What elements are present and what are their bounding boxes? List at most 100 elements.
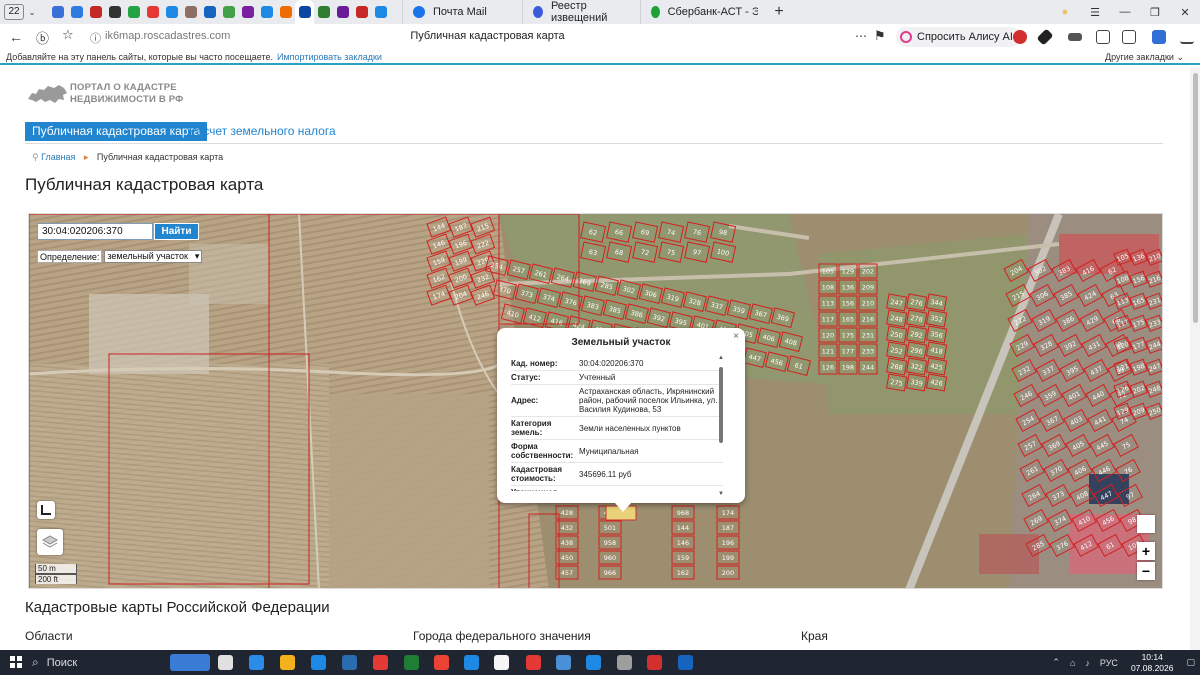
parcel[interactable]: 322	[1161, 402, 1163, 420]
downloads-icon[interactable]	[1152, 30, 1166, 44]
network-icon[interactable]: ⌂	[1070, 658, 1075, 668]
app-window-icon[interactable]	[678, 655, 693, 670]
tab-mail[interactable]: Почта Mail	[402, 0, 522, 24]
basemap-toggle[interactable]	[1137, 515, 1155, 533]
minimize-icon[interactable]: —	[1110, 6, 1140, 18]
alice-orb-icon[interactable]: ●	[1050, 6, 1080, 18]
ask-alice-button[interactable]: Спросить Алису AI	[896, 27, 1021, 47]
scrollbar-thumb[interactable]	[1193, 73, 1198, 323]
pinned-tab[interactable]	[219, 0, 238, 24]
parcel[interactable]: 268	[1161, 270, 1163, 288]
zoom-out-button[interactable]: −	[1137, 562, 1155, 580]
zoom-in-button[interactable]: +	[1137, 542, 1155, 560]
pinned-tab[interactable]	[48, 0, 67, 24]
volume-icon[interactable]: ♪	[1085, 658, 1090, 668]
windows-start-icon[interactable]	[10, 656, 22, 668]
parcel[interactable]: 275	[1161, 292, 1163, 310]
cadastral-map[interactable]: 144 146 159 162 174 187 196 199 200 204 215 222 229 2…	[28, 213, 1163, 589]
parcel-number: 177	[842, 348, 854, 356]
tabs-dropdown-icon[interactable]: ⌄	[24, 7, 40, 18]
pinned-tab[interactable]	[181, 0, 200, 24]
mail-app-icon[interactable]	[342, 655, 357, 670]
site-favicon-icon	[317, 6, 330, 18]
pinned-tab[interactable]	[352, 0, 371, 24]
fullscreen-button[interactable]	[37, 501, 55, 519]
parcel[interactable]: 296	[1161, 380, 1163, 398]
popup-key: Форма собственности:	[511, 442, 574, 460]
hat-extension-icon[interactable]	[1068, 33, 1082, 41]
store-icon[interactable]	[311, 655, 326, 670]
breadcrumb-home[interactable]: Главная	[41, 152, 75, 162]
remote-desktop-icon[interactable]	[586, 655, 601, 670]
more-icon[interactable]: ⋯	[855, 29, 867, 43]
nav-tab-land-tax[interactable]: Расчет земельного налога	[189, 124, 336, 138]
download-arrow-icon[interactable]	[1180, 30, 1194, 44]
popup-scroll-down-icon[interactable]: ▼	[718, 491, 724, 497]
pinned-tab[interactable]	[238, 0, 257, 24]
ie-icon[interactable]	[464, 655, 479, 670]
popup-scroll-up-icon[interactable]: ▲	[718, 355, 724, 361]
close-window-icon[interactable]: ✕	[1170, 6, 1200, 19]
definition-select[interactable]: земельный участок	[104, 250, 203, 263]
import-bookmarks-link[interactable]: Импортировать закладки	[277, 52, 382, 62]
pinned-tab[interactable]	[67, 0, 86, 24]
file-explorer-icon[interactable]	[280, 655, 295, 670]
popup-key: Уточненная площадь:	[511, 486, 579, 491]
pinned-tab[interactable]	[295, 0, 314, 24]
tool-icon[interactable]	[617, 655, 632, 670]
tab-registry[interactable]: Реестр извещений	[522, 0, 640, 24]
yandex-music-icon[interactable]	[494, 655, 509, 670]
pinned-tab[interactable]	[371, 0, 390, 24]
site-logo[interactable]: ПОРТАЛ О КАДАСТРЕ НЕДВИЖИМОСТИ В РФ	[26, 81, 184, 107]
opera-icon[interactable]	[526, 655, 541, 670]
other-bookmarks[interactable]: Другие закладки ⌄	[1105, 52, 1184, 63]
parcel-number: 202	[862, 268, 874, 276]
cadastral-search-input[interactable]: 30:04:020206:370	[37, 223, 153, 240]
parcel[interactable]: 292	[1161, 358, 1163, 376]
yandex-browser-icon[interactable]	[647, 655, 662, 670]
tray-overflow-icon[interactable]: ⌃	[1052, 657, 1060, 668]
collections-icon[interactable]	[1122, 30, 1136, 44]
adblock-icon[interactable]	[1013, 30, 1027, 44]
puzzle-icon[interactable]	[1096, 30, 1110, 44]
bookmark-page-icon[interactable]: ⚑	[874, 28, 886, 44]
nav-tab-public-map[interactable]: Публичная кадастровая карта	[25, 122, 208, 141]
pinned-tab[interactable]	[86, 0, 105, 24]
calculator-icon[interactable]	[404, 655, 419, 670]
extension-icon[interactable]	[1036, 28, 1054, 46]
breadcrumb-current: Публичная кадастровая карта	[96, 152, 224, 162]
pinned-tab[interactable]	[105, 0, 124, 24]
pinned-tab[interactable]	[162, 0, 181, 24]
app-icon[interactable]	[556, 655, 571, 670]
popup-scrollbar[interactable]	[719, 362, 723, 490]
clock[interactable]: 10:14 07.08.2026	[1131, 652, 1174, 674]
page-scrollbar[interactable]	[1190, 67, 1200, 650]
tab-sberbank-ast[interactable]: Сбербанк-АСТ - Электро	[640, 0, 768, 24]
pinned-tab[interactable]	[314, 0, 333, 24]
maximize-icon[interactable]: ❐	[1140, 6, 1170, 19]
pinned-tab[interactable]	[276, 0, 295, 24]
pinned-tab[interactable]	[257, 0, 276, 24]
layers-button[interactable]	[37, 529, 63, 555]
pinned-tab[interactable]	[143, 0, 162, 24]
notifications-icon[interactable]: ▢	[1186, 657, 1195, 668]
edge-icon[interactable]	[249, 655, 264, 670]
tab-menu-icon[interactable]: ☰	[1080, 6, 1110, 19]
find-button[interactable]: Найти	[154, 223, 199, 240]
task-view-icon[interactable]	[218, 655, 233, 670]
pinned-tab[interactable]	[124, 0, 143, 24]
language-indicator[interactable]: РУС	[1100, 658, 1118, 668]
popup-close-icon[interactable]: ×	[733, 331, 739, 342]
site-favicon-icon	[241, 6, 254, 18]
parcel[interactable]: 278	[1161, 336, 1163, 354]
pinned-tab[interactable]	[333, 0, 352, 24]
pinned-tab[interactable]	[200, 0, 219, 24]
yandex-icon[interactable]	[373, 655, 388, 670]
parcel[interactable]: 252	[1161, 248, 1163, 266]
new-tab-button[interactable]: +	[768, 3, 790, 21]
tab-count-badge[interactable]: 22	[4, 4, 24, 20]
parcel-number: 244	[862, 364, 874, 372]
chrome-icon[interactable]	[434, 655, 449, 670]
city-wallpaper-icon[interactable]	[170, 654, 210, 671]
parcel[interactable]: 276	[1161, 314, 1163, 332]
